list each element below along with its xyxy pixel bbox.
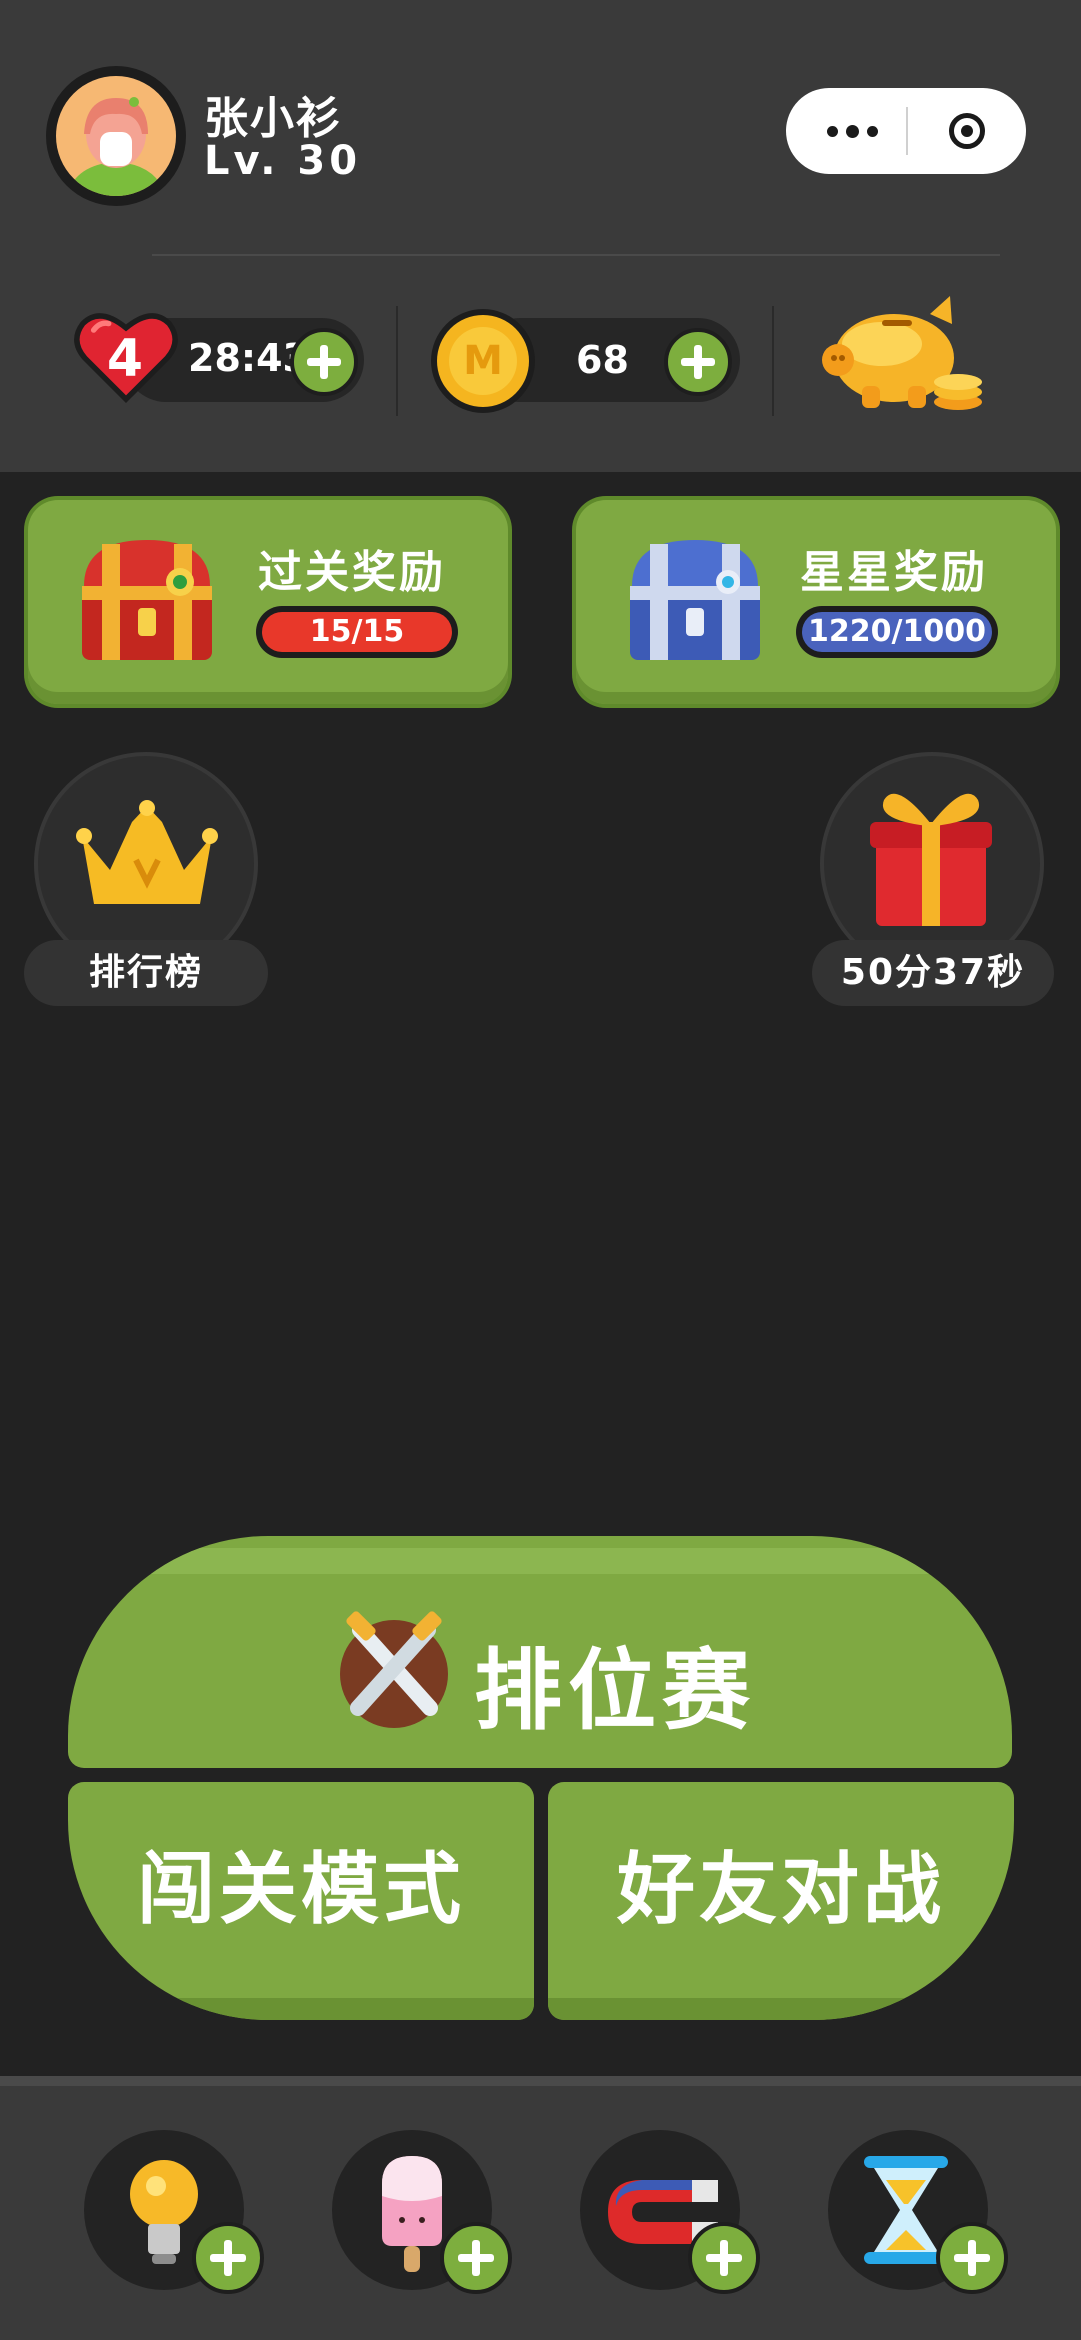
- coin-amount: 68: [576, 338, 629, 382]
- blue-treasure-chest-icon: [630, 540, 760, 660]
- avatar[interactable]: [56, 76, 176, 196]
- header-divider: [152, 254, 1000, 256]
- ranked-match-label: 排位赛: [474, 1639, 757, 1742]
- piggy-bank-icon[interactable]: [822, 290, 986, 422]
- user-level: Lv. 30: [204, 138, 362, 184]
- friend-battle-label: 好友对战: [616, 1845, 945, 1935]
- add-popsicle-button[interactable]: [440, 2222, 512, 2294]
- friend-battle-button[interactable]: 好友对战: [548, 1782, 1014, 2020]
- level-reward-title: 过关奖励: [258, 547, 446, 598]
- level-mode-label: 闯关模式: [136, 1845, 465, 1935]
- star-reward-progress: 1220/1000: [796, 606, 998, 658]
- gift-countdown: 50分37秒: [812, 940, 1054, 1006]
- crown-icon: [76, 800, 218, 904]
- red-treasure-chest-icon: [82, 540, 212, 660]
- target-close-icon[interactable]: [920, 100, 1014, 162]
- add-coins-button[interactable]: [664, 328, 732, 396]
- level-reward-progress-text: 15/15: [309, 614, 405, 649]
- coin-symbol: M: [463, 338, 503, 384]
- leaderboard-label[interactable]: 排行榜: [24, 940, 268, 1006]
- star-reward-progress-text: 1220/1000: [808, 614, 986, 649]
- add-hourglass-button[interactable]: [936, 2222, 1008, 2294]
- lives-count: 4: [106, 329, 144, 389]
- capsule-divider: [906, 107, 908, 155]
- gift-box-icon: [870, 793, 992, 926]
- add-magnet-button[interactable]: [688, 2222, 760, 2294]
- separator: [396, 306, 398, 416]
- add-hint-button[interactable]: [192, 2222, 264, 2294]
- level-mode-button[interactable]: 闯关模式: [68, 1782, 534, 2020]
- more-dots-icon[interactable]: [800, 100, 904, 162]
- star-reward-title: 星星奖励: [800, 547, 988, 598]
- separator: [772, 306, 774, 416]
- add-lives-button[interactable]: [290, 328, 358, 396]
- level-reward-progress: 15/15: [256, 606, 458, 658]
- crossed-swords-icon: [340, 1611, 448, 1728]
- user-name: 张小衫: [204, 93, 342, 144]
